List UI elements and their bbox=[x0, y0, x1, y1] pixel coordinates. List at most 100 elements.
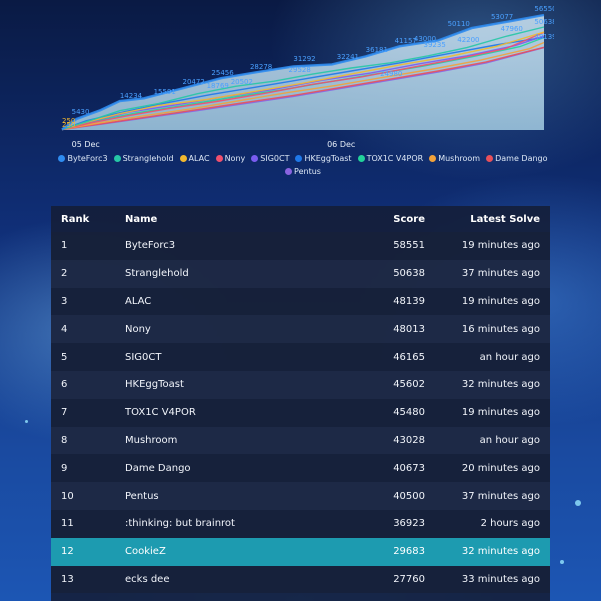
table-row[interactable]: 5 SIG0CT 46165 an hour ago bbox=[51, 343, 550, 371]
legend-label: ALAC bbox=[188, 154, 210, 163]
score-cell: 27760 bbox=[335, 565, 435, 594]
scoreboard-table: Rank Name Score Latest Solve 1 ByteForc3 5… bbox=[51, 206, 550, 601]
team-name-link[interactable]: TOX1C V4POR bbox=[115, 398, 335, 427]
data-label: 20472 bbox=[183, 78, 205, 86]
data-label: 18769 bbox=[207, 82, 229, 90]
background-sparkle bbox=[560, 560, 564, 564]
rank-cell: 12 bbox=[51, 537, 115, 566]
data-label: 24980 bbox=[380, 70, 402, 78]
score-cell: 40500 bbox=[335, 482, 435, 510]
table-row[interactable]: 3 ALAC 48139 19 minutes ago bbox=[51, 287, 550, 316]
table-row[interactable]: 2 Stranglehold 50638 37 minutes ago bbox=[51, 259, 550, 288]
data-label: 50638 bbox=[534, 18, 554, 26]
legend-swatch bbox=[113, 155, 121, 162]
score-cell: 40673 bbox=[335, 454, 435, 483]
latest-solve-header[interactable]: Latest Solve bbox=[435, 206, 550, 232]
team-name-link[interactable]: CookieZ bbox=[115, 537, 335, 566]
score-cell: 45480 bbox=[335, 398, 435, 427]
score-chart-plot: 05 Dec 06 Dec250250543014234 1559120472 187… bbox=[61, 5, 554, 149]
team-name-link[interactable]: ByteForc3 bbox=[115, 232, 335, 260]
team-name-link[interactable]: HKEggToast bbox=[115, 370, 335, 399]
legend-swatch bbox=[179, 155, 187, 162]
rank-cell: 1 bbox=[51, 232, 115, 260]
legend-item[interactable]: Dame Dango bbox=[486, 152, 548, 165]
legend-item[interactable]: ALAC bbox=[179, 152, 210, 165]
team-name-link[interactable]: Pentus bbox=[115, 482, 335, 510]
legend-item[interactable]: Pentus bbox=[285, 165, 321, 178]
data-label: 47960 bbox=[501, 25, 523, 33]
legend-item[interactable]: ByteForc3 bbox=[58, 152, 108, 165]
legend-label: SIG0CT bbox=[260, 154, 290, 163]
table-row[interactable]: 7 TOX1C V4POR 45480 19 minutes ago bbox=[51, 398, 550, 427]
data-label: 50110 bbox=[448, 20, 470, 28]
data-label: 39235 bbox=[424, 41, 446, 49]
latest-solve-cell: 37 minutes ago bbox=[435, 482, 550, 510]
data-label: 14234 bbox=[120, 92, 143, 100]
score-chart: 05 Dec 06 Dec 250 250 5430 14234 15591 20472 187… bbox=[52, 0, 554, 178]
latest-solve-cell: 19 minutes ago bbox=[435, 232, 550, 260]
table-header-row: Rank Name Score Latest Solve bbox=[51, 206, 550, 232]
legend-item[interactable]: Mushroom bbox=[429, 152, 480, 165]
score-header[interactable]: Score bbox=[335, 206, 435, 232]
data-label: 42200 bbox=[457, 36, 479, 44]
latest-solve-cell: 33 minutes ago bbox=[435, 565, 550, 594]
chart-legend: ByteForc3 Stranglehold ALAC Nony SIG0CT HKEgg… bbox=[52, 152, 554, 178]
legend-label: TOX1C V4POR bbox=[366, 154, 424, 163]
rank-cell: 3 bbox=[51, 287, 115, 316]
rank-cell: 9 bbox=[51, 454, 115, 483]
score-cell: 48139 bbox=[335, 287, 435, 316]
rank-cell: 13 bbox=[51, 565, 115, 594]
table-row[interactable]: 4 Nony 48013 16 minutes ago bbox=[51, 315, 550, 344]
data-label: 28278 bbox=[250, 63, 272, 71]
data-label: 29528 bbox=[289, 66, 311, 74]
rank-header[interactable]: Rank bbox=[51, 206, 115, 232]
data-label: 53077 bbox=[491, 13, 513, 21]
team-name-link[interactable]: ALAC bbox=[115, 287, 335, 316]
name-header[interactable]: Name bbox=[115, 206, 335, 232]
latest-solve-cell: 20 minutes ago bbox=[435, 454, 550, 483]
latest-solve-cell: 37 minutes ago bbox=[435, 259, 550, 288]
latest-solve-cell: 2 hours ago bbox=[435, 509, 550, 538]
table-row[interactable]: 11:thinking: but brainrot 36923 2 hours ag… bbox=[51, 509, 550, 538]
legend-item[interactable]: Stranglehold bbox=[113, 152, 174, 165]
rank-cell: 4 bbox=[51, 315, 115, 344]
legend-label: Stranglehold bbox=[122, 154, 174, 163]
table-row[interactable]: 8 Mushroom 43028 an hour ago bbox=[51, 426, 550, 455]
legend-item[interactable]: TOX1C V4POR bbox=[357, 152, 424, 165]
team-name-link[interactable]: Stranglehold bbox=[115, 259, 335, 288]
legend-swatch bbox=[295, 155, 303, 162]
team-name-link[interactable]: Nony bbox=[115, 315, 335, 344]
legend-swatch bbox=[486, 155, 494, 162]
legend-item[interactable]: HKEggToast bbox=[295, 152, 352, 165]
latest-solve-cell: 19 minutes ago bbox=[435, 398, 550, 427]
data-label: 25456 bbox=[211, 69, 234, 77]
table-row[interactable]: 9 Dame Dango 40673 20 minutes ago bbox=[51, 454, 550, 483]
legend-label: Mushroom bbox=[438, 154, 481, 163]
latest-solve-cell: an hour ago bbox=[435, 343, 550, 371]
latest-solve-cell: 16 minutes ago bbox=[435, 315, 550, 344]
table-row[interactable]: 13 ecks dee 27760 33 minutes ago bbox=[51, 565, 550, 594]
team-name-link[interactable]: SIG0CT bbox=[115, 343, 335, 371]
legend-swatch bbox=[58, 155, 66, 162]
team-name-link[interactable]: Dame Dango bbox=[115, 454, 335, 483]
data-label: 31292 bbox=[293, 55, 315, 63]
data-label: 36181 bbox=[366, 46, 388, 54]
rank-cell: 5 bbox=[51, 343, 115, 371]
data-label: 32241 bbox=[337, 53, 359, 61]
score-cell: 48013 bbox=[335, 315, 435, 344]
team-name-link[interactable]: Mushroom bbox=[115, 426, 335, 455]
team-name-link[interactable]: :thinking: but brainrot bbox=[115, 509, 335, 538]
latest-solve-cell: 19 minutes ago bbox=[435, 287, 550, 316]
table-row[interactable]: 10 Pentus 40500 37 minutes ago bbox=[51, 482, 550, 510]
team-name-link[interactable]: ecks dee bbox=[115, 565, 335, 594]
table-row[interactable]: 6 HKEggToast 45602 32 minutes ago bbox=[51, 370, 550, 399]
legend-swatch bbox=[251, 155, 259, 162]
data-label: 15591 bbox=[154, 88, 176, 96]
data-label: 250 bbox=[62, 117, 75, 125]
background-sparkle bbox=[25, 420, 28, 423]
table-row-highlighted[interactable]: 12 CookieZ 29683 32 minutes ago bbox=[51, 537, 550, 566]
table-row[interactable]: 1 ByteForc3 58551 19 minutes ago bbox=[51, 232, 550, 260]
legend-item[interactable]: SIG0CT bbox=[251, 152, 289, 165]
legend-label: Nony bbox=[224, 154, 246, 163]
legend-item[interactable]: Nony bbox=[215, 152, 246, 165]
